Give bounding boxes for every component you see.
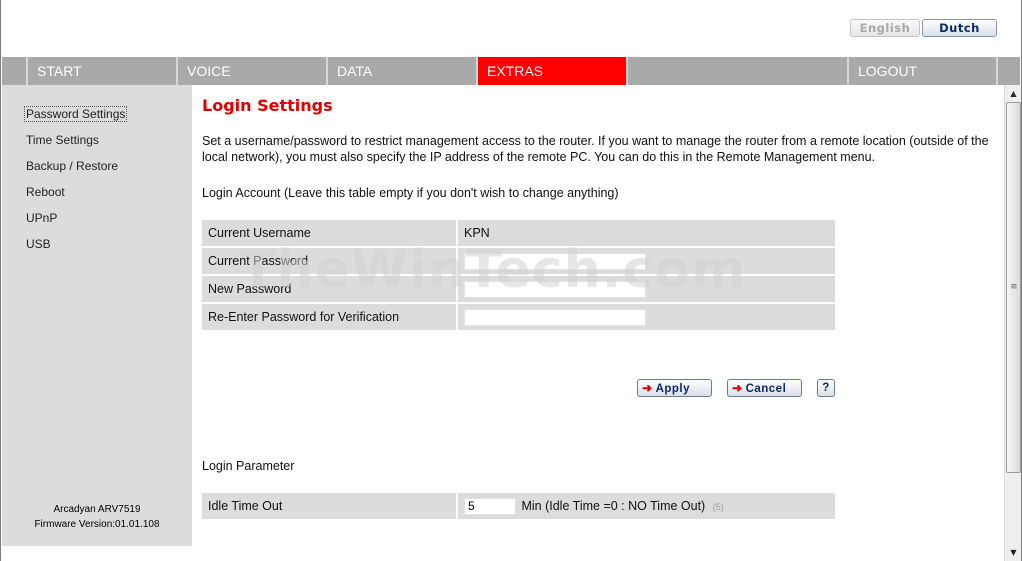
nav-start[interactable]: START bbox=[26, 57, 178, 85]
sidebar-item-usb[interactable]: USB bbox=[26, 237, 51, 251]
sidebar-item-upnp[interactable]: UPnP bbox=[26, 211, 57, 225]
english-language-button[interactable]: English bbox=[850, 19, 920, 37]
table-row: Current Username KPN bbox=[202, 220, 835, 248]
reenter-password-input[interactable] bbox=[464, 308, 646, 326]
page-title: Login Settings bbox=[202, 96, 333, 115]
idle-timeout-note: (5) bbox=[712, 502, 724, 512]
dutch-language-button[interactable]: Dutch bbox=[922, 19, 997, 37]
new-password-input[interactable] bbox=[464, 280, 646, 298]
table-row: Re-Enter Password for Verification bbox=[202, 304, 835, 332]
idle-timeout-input[interactable] bbox=[464, 497, 516, 515]
cancel-button-label: Cancel bbox=[745, 383, 787, 395]
current-username-value: KPN bbox=[458, 220, 835, 248]
apply-button-label: Apply bbox=[655, 383, 691, 395]
table-row: Idle Time Out Min (Idle Time =0 : NO Tim… bbox=[202, 493, 835, 521]
nav-logout[interactable]: LOGOUT bbox=[847, 57, 998, 85]
sidebar: Password Settings Time Settings Backup /… bbox=[2, 85, 192, 546]
device-model: Arcadyan ARV7519 bbox=[53, 504, 141, 515]
scrollbar-thumb[interactable]: ≡ bbox=[1006, 102, 1021, 473]
idle-timeout-cell: Min (Idle Time =0 : NO Time Out) (5) bbox=[458, 493, 835, 521]
sidebar-item-reboot[interactable]: Reboot bbox=[26, 185, 65, 199]
current-password-input[interactable] bbox=[464, 252, 646, 270]
current-password-label: Current Password bbox=[202, 248, 458, 276]
grip-icon: ≡ bbox=[1010, 282, 1018, 292]
sidebar-item-time-settings[interactable]: Time Settings bbox=[26, 133, 99, 147]
nav-data[interactable]: DATA bbox=[328, 57, 478, 85]
idle-timeout-hint: Min (Idle Time =0 : NO Time Out) bbox=[521, 499, 706, 513]
table-row: New Password bbox=[202, 276, 835, 304]
apply-button[interactable]: ➜ Apply bbox=[637, 379, 712, 397]
nav-voice[interactable]: VOICE bbox=[178, 57, 328, 85]
reenter-password-cell bbox=[458, 304, 835, 332]
main-navigation: START VOICE DATA EXTRAS LOGOUT bbox=[2, 57, 1020, 85]
sidebar-item-backup-restore[interactable]: Backup / Restore bbox=[26, 159, 118, 173]
scroll-down-icon[interactable]: ▼ bbox=[1005, 544, 1022, 561]
login-parameter-label: Login Parameter bbox=[202, 459, 295, 473]
nav-extras[interactable]: EXTRAS bbox=[478, 57, 628, 85]
arrow-right-icon: ➜ bbox=[732, 381, 743, 395]
help-button[interactable]: ? bbox=[817, 379, 835, 397]
scroll-up-icon[interactable]: ▲ bbox=[1005, 85, 1022, 102]
table-row: Current Password bbox=[202, 248, 835, 276]
intro-text: Set a username/password to restrict mana… bbox=[202, 134, 989, 164]
reenter-password-label: Re-Enter Password for Verification bbox=[202, 304, 458, 332]
login-account-label: Login Account (Leave this table empty if… bbox=[202, 186, 619, 200]
current-username-label: Current Username bbox=[202, 220, 458, 248]
arrow-right-icon: ➜ bbox=[642, 381, 653, 395]
new-password-cell bbox=[458, 276, 835, 304]
sidebar-item-password-settings[interactable]: Password Settings bbox=[23, 106, 128, 122]
login-parameter-table: Idle Time Out Min (Idle Time =0 : NO Tim… bbox=[202, 493, 835, 521]
firmware-version: Firmware Version:01.01.108 bbox=[34, 519, 160, 530]
idle-timeout-label: Idle Time Out bbox=[202, 493, 458, 521]
login-account-table: Current Username KPN Current Password Ne… bbox=[202, 220, 835, 332]
current-password-cell bbox=[458, 248, 835, 276]
vertical-scrollbar[interactable]: ▲ ≡ ▼ bbox=[1004, 85, 1021, 561]
cancel-button[interactable]: ➜ Cancel bbox=[727, 379, 802, 397]
new-password-label: New Password bbox=[202, 276, 458, 304]
